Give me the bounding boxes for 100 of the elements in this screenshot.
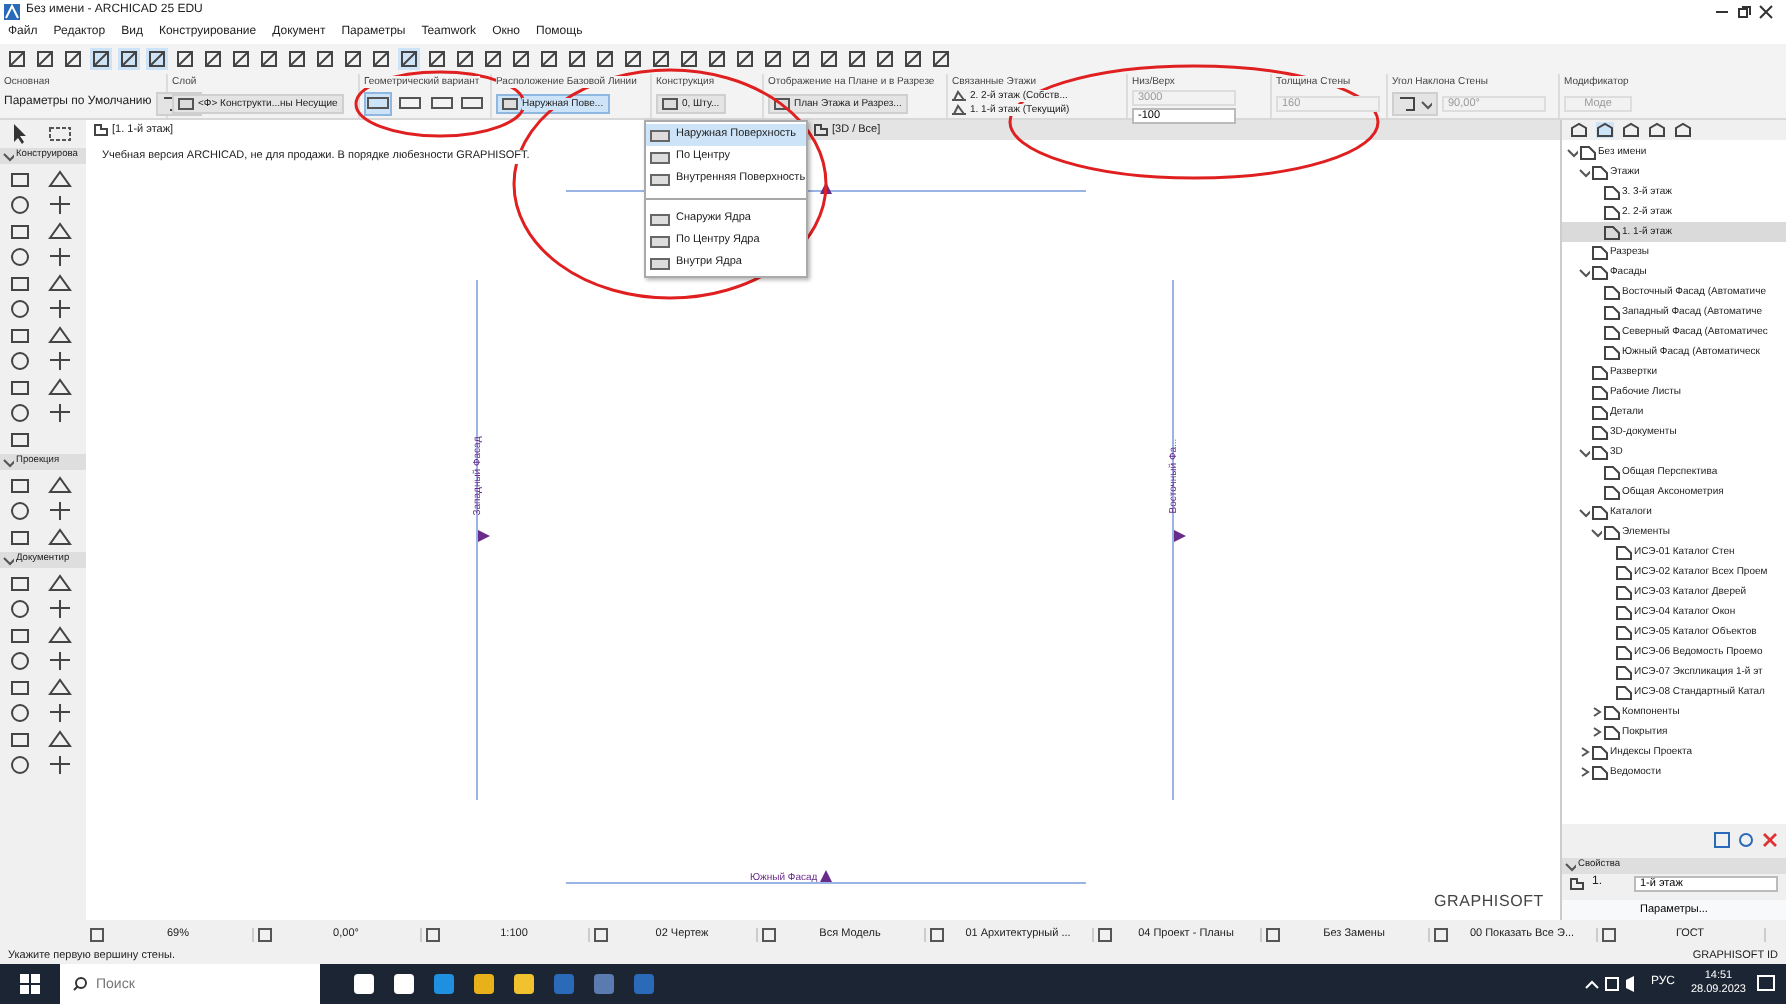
- tool-icon[interactable]: [8, 624, 32, 646]
- toolbar-tool-icon[interactable]: [734, 48, 756, 70]
- tool-icon[interactable]: [48, 728, 72, 750]
- geometry-option[interactable]: [427, 91, 455, 115]
- tool-icon[interactable]: [8, 402, 32, 424]
- tool-icon[interactable]: [48, 676, 72, 698]
- toolbar-tool-icon[interactable]: [258, 48, 280, 70]
- toolbar-tool-icon[interactable]: [342, 48, 364, 70]
- tool-icon[interactable]: [8, 168, 32, 190]
- toolbar-tool-icon[interactable]: [874, 48, 896, 70]
- toolbar-tool-icon[interactable]: [678, 48, 700, 70]
- tool-icon[interactable]: [48, 754, 72, 776]
- tool-icon[interactable]: [8, 298, 32, 320]
- navigator-layout-icon[interactable]: [1622, 122, 1640, 138]
- tool-icon[interactable]: [48, 598, 72, 620]
- toolbar-tool-icon[interactable]: [90, 48, 112, 70]
- tool-icon[interactable]: [8, 598, 32, 620]
- toolbar-tool-icon[interactable]: [118, 48, 140, 70]
- chevron-down-icon[interactable]: [1578, 446, 1590, 458]
- tool-icon[interactable]: [8, 728, 32, 750]
- notification-icon[interactable]: [1754, 972, 1778, 996]
- toolbar-tool-icon[interactable]: [62, 48, 84, 70]
- toolbar-tool-icon[interactable]: [370, 48, 392, 70]
- taskbar-app-icon[interactable]: [352, 972, 376, 996]
- tool-icon[interactable]: [8, 376, 32, 398]
- geometry-option[interactable]: [364, 91, 392, 115]
- toolbar-tool-icon[interactable]: [706, 48, 728, 70]
- navigator-view-icon[interactable]: [1596, 122, 1614, 138]
- toolbar-tool-icon[interactable]: [146, 48, 168, 70]
- tool-icon[interactable]: [48, 402, 72, 424]
- tool-icon[interactable]: [48, 376, 72, 398]
- taskbar-app-icon[interactable]: [392, 972, 416, 996]
- toolbar-tool-icon[interactable]: [790, 48, 812, 70]
- new-view-icon[interactable]: [1714, 831, 1730, 848]
- tool-icon[interactable]: [8, 500, 32, 522]
- toolbar-tool-icon[interactable]: [902, 48, 924, 70]
- tool-icon[interactable]: [48, 572, 72, 594]
- tool-icon[interactable]: [48, 350, 72, 372]
- arrow-tool-icon[interactable]: [8, 122, 32, 144]
- tool-icon[interactable]: [8, 220, 32, 242]
- tool-icon[interactable]: [8, 676, 32, 698]
- navigator-map-icon[interactable]: [1570, 122, 1588, 138]
- toolbar-tool-icon[interactable]: [846, 48, 868, 70]
- toolbar-tool-icon[interactable]: [538, 48, 560, 70]
- tool-icon[interactable]: [48, 220, 72, 242]
- tool-icon[interactable]: [48, 194, 72, 216]
- tool-icon[interactable]: [8, 428, 32, 450]
- tool-icon[interactable]: [48, 324, 72, 346]
- marquee-tool-icon[interactable]: [48, 122, 72, 144]
- tool-icon[interactable]: [8, 754, 32, 776]
- tool-icon[interactable]: [48, 272, 72, 294]
- toolbar-tool-icon[interactable]: [286, 48, 308, 70]
- tool-icon[interactable]: [48, 500, 72, 522]
- geometry-option[interactable]: [396, 91, 424, 115]
- tool-icon[interactable]: [8, 194, 32, 216]
- settings-icon[interactable]: [1738, 831, 1754, 848]
- tool-icon[interactable]: [48, 624, 72, 646]
- delete-icon[interactable]: [1762, 831, 1778, 848]
- toolbar-tool-icon[interactable]: [230, 48, 252, 70]
- favorites-button[interactable]: [1392, 91, 1438, 115]
- toolbar-tool-icon[interactable]: [650, 48, 672, 70]
- toolbar-tool-icon[interactable]: [566, 48, 588, 70]
- toolbar-tool-icon[interactable]: [818, 48, 840, 70]
- navigator-options-icon[interactable]: [1674, 122, 1692, 138]
- tool-icon[interactable]: [48, 650, 72, 672]
- toolbar-tool-icon[interactable]: [398, 48, 420, 70]
- toolbar-tool-icon[interactable]: [454, 48, 476, 70]
- tool-icon[interactable]: [48, 702, 72, 724]
- tool-icon[interactable]: [8, 702, 32, 724]
- tool-icon[interactable]: [48, 246, 72, 268]
- toolbar-tool-icon[interactable]: [930, 48, 952, 70]
- toolbar-tool-icon[interactable]: [34, 48, 56, 70]
- navigator-publish-icon[interactable]: [1648, 122, 1666, 138]
- geometry-option[interactable]: [458, 91, 487, 115]
- tool-icon[interactable]: [8, 526, 32, 548]
- toolbar-tool-icon[interactable]: [6, 48, 28, 70]
- taskbar-app-icon[interactable]: [512, 972, 536, 996]
- toolbar-tool-icon[interactable]: [762, 48, 784, 70]
- toolbar-tool-icon[interactable]: [426, 48, 448, 70]
- tool-icon[interactable]: [8, 474, 32, 496]
- toolbar-tool-icon[interactable]: [482, 48, 504, 70]
- chevron-down-icon[interactable]: [1578, 266, 1590, 278]
- toolbar-tool-icon[interactable]: [622, 48, 644, 70]
- tool-icon[interactable]: [8, 324, 32, 346]
- close-icon[interactable]: [1758, 4, 1774, 20]
- toolbar-tool-icon[interactable]: [202, 48, 224, 70]
- tool-icon[interactable]: [8, 650, 32, 672]
- tool-icon[interactable]: [8, 350, 32, 372]
- tool-icon[interactable]: [8, 272, 32, 294]
- tool-icon[interactable]: [48, 474, 72, 496]
- toolbar-tool-icon[interactable]: [174, 48, 196, 70]
- restore-icon[interactable]: [1736, 4, 1752, 20]
- toolbar-tool-icon[interactable]: [594, 48, 616, 70]
- toolbar-tool-icon[interactable]: [314, 48, 336, 70]
- tool-icon[interactable]: [48, 298, 72, 320]
- taskbar-app-icon[interactable]: [472, 972, 496, 996]
- tool-icon[interactable]: [48, 526, 72, 548]
- tool-icon[interactable]: [8, 246, 32, 268]
- tool-icon[interactable]: [8, 572, 32, 594]
- tool-icon[interactable]: [48, 168, 72, 190]
